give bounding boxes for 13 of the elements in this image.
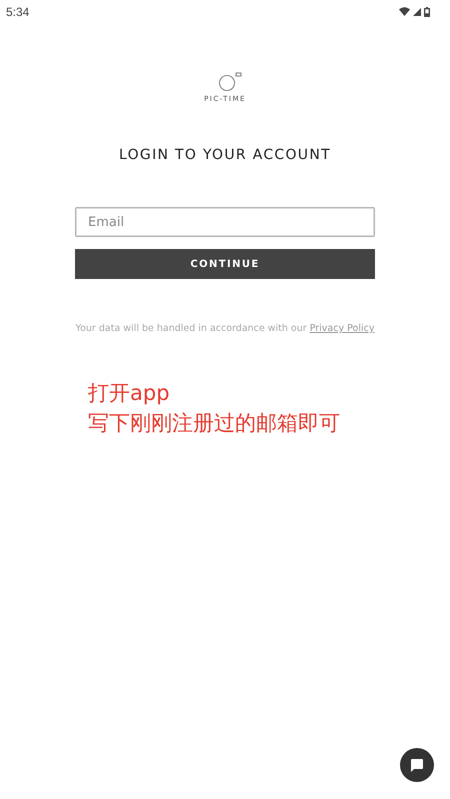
privacy-note: Your data will be handled in accordance with our Privacy Policy: [75, 322, 375, 336]
continue-button[interactable]: CONTINUE: [75, 249, 375, 279]
signal-icon: [413, 8, 421, 16]
wifi-icon: [399, 7, 410, 16]
logo-icon: [218, 72, 244, 91]
chat-button[interactable]: [400, 748, 434, 782]
page-title: LOGIN TO YOUR ACCOUNT: [119, 147, 331, 163]
status-time: 5:34: [6, 4, 30, 18]
email-field[interactable]: Email: [75, 207, 375, 237]
battery-icon: [424, 6, 430, 16]
annotation-text: 写下刚刚注册过的邮箱即可: [88, 410, 340, 437]
annotation-text: 打开app: [88, 380, 171, 407]
chat-icon: [410, 758, 424, 772]
